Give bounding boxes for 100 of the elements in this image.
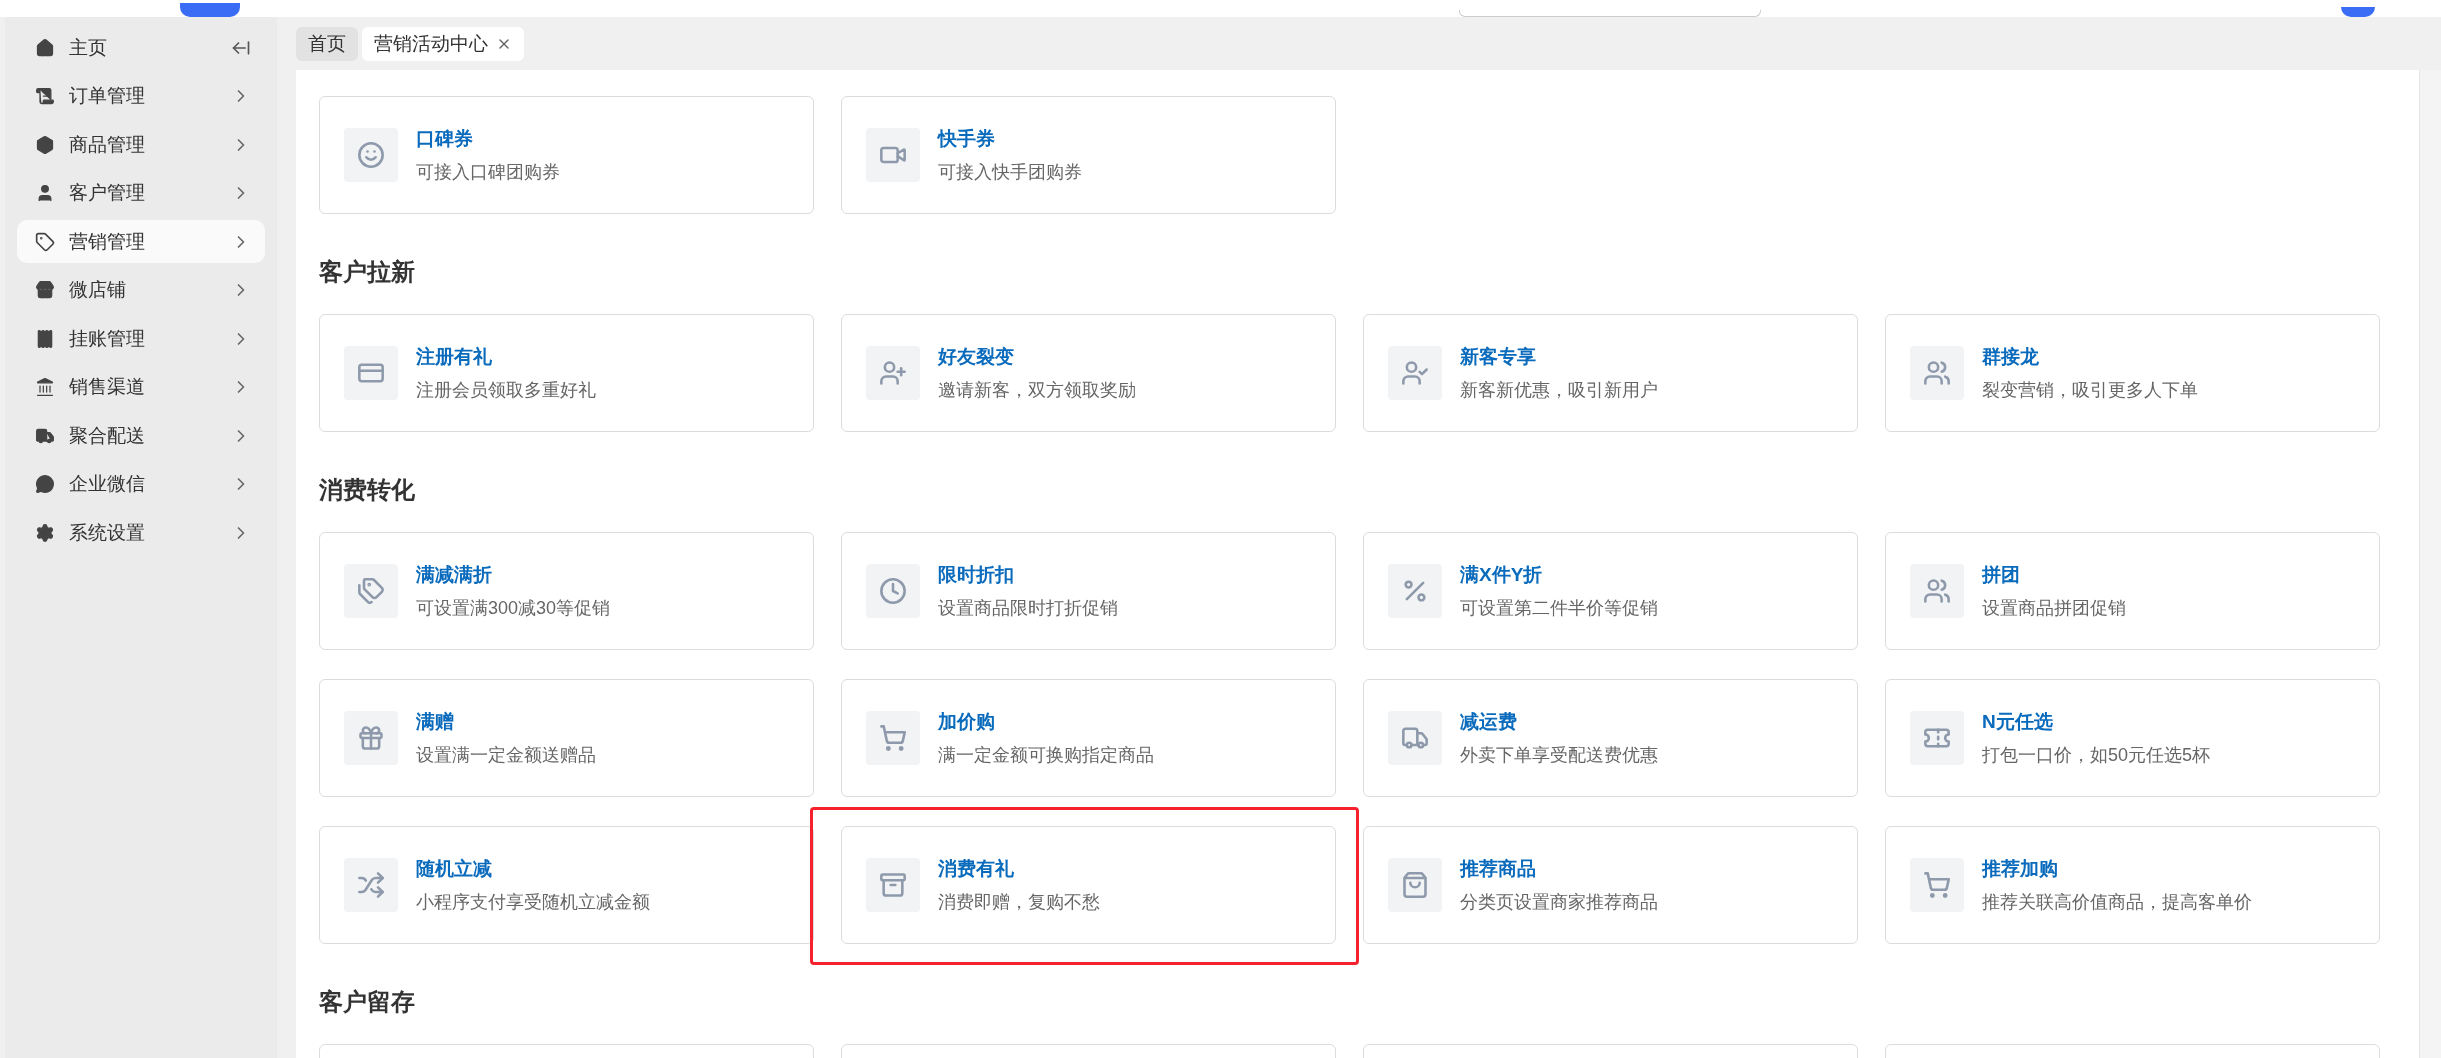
card-title: 注册有礼 — [416, 345, 493, 369]
status-pill — [180, 3, 240, 17]
user-icon — [879, 359, 907, 387]
smile-icon — [357, 141, 385, 169]
cart-icon — [1923, 871, 1951, 899]
card-description: 裂变营销，吸引更多人下单 — [1982, 379, 2198, 402]
card-description: 可设置第二件半价等促销 — [1460, 597, 1658, 620]
activity-card[interactable]: 注册有礼 注册会员领取多重好礼 — [319, 314, 814, 432]
card-title: 推荐加购 — [1982, 857, 2059, 881]
card-description: 设置商品限时打折促销 — [938, 597, 1118, 620]
card-title: 满减满折 — [416, 563, 493, 587]
sidebar-label: 挂账管理 — [69, 326, 146, 351]
activity-card[interactable]: 新客专享 新客新优惠，吸引新用户 — [1363, 314, 1858, 432]
activity-card[interactable]: 满减满折 可设置满300减30等促销 — [319, 532, 814, 650]
card-description: 新客新优惠，吸引新用户 — [1460, 379, 1658, 402]
sidebar-item[interactable]: 商品管理 — [17, 123, 265, 166]
tag-icon — [35, 231, 55, 252]
percent-icon — [1401, 577, 1429, 605]
truck-icon — [1401, 724, 1429, 752]
card-title: 随机立减 — [416, 857, 493, 881]
card-description: 小程序支付享受随机立减金额 — [416, 891, 650, 914]
activity-card[interactable]: 消费有礼 消费即赠，复购不愁 — [841, 826, 1336, 944]
card-title: 推荐商品 — [1460, 857, 1537, 881]
card-description: 外卖下单享受配送费优惠 — [1460, 744, 1658, 767]
activity-card[interactable]: 拼团 设置商品拼团促销 — [1885, 532, 2380, 650]
card-title: 满X件Y折 — [1460, 563, 1544, 587]
sidebar-item[interactable]: 系统设置 — [17, 511, 265, 554]
activity-card[interactable]: 群接龙 裂变营销，吸引更多人下单 — [1885, 314, 2380, 432]
store-icon — [35, 280, 55, 300]
sidebar-label: 系统设置 — [69, 520, 146, 545]
card-title: 新客专享 — [1460, 345, 1537, 369]
sidebar-item[interactable]: 销售渠道 — [17, 365, 265, 409]
tab[interactable]: 首页 — [296, 26, 358, 61]
card-description: 分类页设置商家推荐商品 — [1460, 891, 1658, 914]
sidebar-item[interactable]: 企业微信 — [17, 462, 265, 506]
sidebar-item[interactable]: 营销管理 — [17, 220, 265, 263]
card-description: 可接入快手团购券 — [938, 161, 1082, 184]
card-description: 推荐关联高价值商品，提高客单价 — [1982, 891, 2252, 914]
cart-icon — [879, 724, 907, 752]
card-title: 限时折扣 — [938, 563, 1015, 587]
section-heading: 客户留存 — [319, 987, 416, 1017]
bank-icon — [35, 377, 55, 397]
user-icon — [1401, 359, 1429, 387]
card-description: 消费即赠，复购不愁 — [938, 891, 1100, 914]
users-icon — [1923, 577, 1951, 605]
card-title: 满赠 — [416, 710, 455, 734]
activity-card[interactable]: N元任选 打包一口价，如50元任选5杯 — [1885, 679, 2380, 797]
activity-card[interactable]: 满X件Y折 可设置第二件半价等促销 — [1363, 532, 1858, 650]
card-description: 满一定金额可换购指定商品 — [938, 744, 1154, 767]
sidebar-label: 订单管理 — [69, 84, 146, 108]
shuffle-icon — [357, 871, 385, 899]
card-title: 快手券 — [938, 127, 996, 151]
sidebar-label: 聚合配送 — [69, 423, 146, 448]
card-title: 拼团 — [1982, 563, 2021, 587]
sidebar-item[interactable]: 主页 — [17, 26, 265, 69]
sidebar-item[interactable]: 挂账管理 — [17, 317, 265, 360]
settings-icon — [35, 522, 55, 543]
activity-card[interactable]: 推荐商品 分类页设置商家推荐商品 — [1363, 826, 1858, 944]
card-description: 设置商品拼团促销 — [1982, 597, 2126, 620]
activity-card[interactable]: 减运费 外卖下单享受配送费优惠 — [1363, 679, 1858, 797]
bag-icon — [1401, 871, 1429, 899]
card-title: 好友裂变 — [938, 345, 1015, 369]
archive-icon — [879, 871, 907, 899]
card-title: 口碑券 — [416, 127, 474, 151]
sidebar-item[interactable]: 客户管理 — [17, 171, 265, 215]
card-description: 可设置满300减30等促销 — [416, 597, 611, 620]
package-icon — [35, 134, 55, 155]
activity-card[interactable]: 满赠 设置满一定金额送赠品 — [319, 679, 814, 797]
activity-card[interactable]: 好友裂变 邀请新客，双方领取奖励 — [841, 314, 1336, 432]
sidebar-item[interactable]: 微店铺 — [17, 268, 265, 312]
activity-card[interactable]: 推荐加购 推荐关联高价值商品，提高客单价 — [1885, 826, 2380, 944]
card-title: 消费有礼 — [938, 857, 1015, 881]
section-heading: 消费转化 — [319, 475, 416, 505]
card-description: 邀请新客，双方领取奖励 — [938, 379, 1136, 402]
card-description: 可接入口碑团购券 — [416, 161, 560, 184]
section-heading: 客户拉新 — [319, 257, 416, 287]
sidebar-label: 营销管理 — [69, 229, 146, 254]
card-title: 加价购 — [938, 710, 996, 734]
activity-card[interactable]: 口碑券 可接入口碑团购券 — [319, 96, 814, 214]
sidebar-label: 主页 — [69, 35, 108, 60]
activity-card[interactable]: 限时折扣 设置商品限时打折促销 — [841, 532, 1336, 650]
card-title: N元任选 — [1982, 710, 2054, 734]
activity-card[interactable]: 随机立减 小程序支付享受随机立减金额 — [319, 826, 814, 944]
sidebar-item[interactable]: 聚合配送 — [17, 414, 265, 457]
sidebar-label: 企业微信 — [69, 472, 146, 496]
avatar[interactable] — [2341, 7, 2375, 17]
card-description: 设置满一定金额送赠品 — [416, 744, 596, 767]
tags-icon — [357, 577, 385, 605]
sidebar-label: 微店铺 — [69, 278, 127, 302]
receipt-icon — [35, 328, 55, 349]
chat-icon — [35, 474, 55, 494]
activity-card[interactable]: 快手券 可接入快手团购券 — [841, 96, 1336, 214]
sidebar-label: 客户管理 — [69, 181, 146, 205]
card-description: 打包一口价，如50元任选5杯 — [1982, 744, 2211, 767]
card-description: 注册会员领取多重好礼 — [416, 379, 596, 402]
home-icon — [35, 37, 55, 58]
gift-icon — [357, 724, 385, 752]
sidebar-item[interactable]: 订单管理 — [17, 74, 265, 118]
tab[interactable]: 营销活动中心 — [362, 26, 524, 61]
activity-card[interactable]: 加价购 满一定金额可换购指定商品 — [841, 679, 1336, 797]
